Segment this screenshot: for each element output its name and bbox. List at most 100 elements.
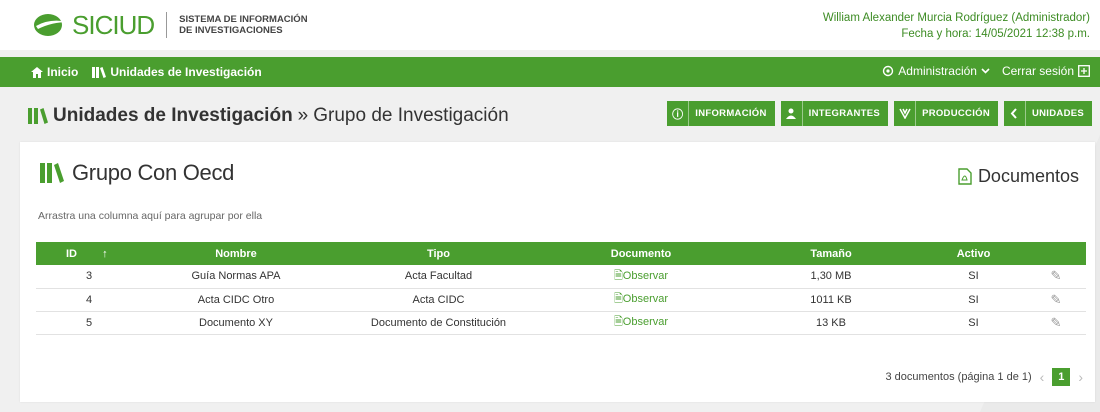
cell-active: SI [968,270,979,283]
members-button[interactable]: INTEGRANTES [780,101,889,126]
table-row: 3 Guía Normas APA Acta Facultad 🗎Observa… [36,265,1086,288]
observe-document-link[interactable]: 🗎Observar [614,293,668,305]
cell-type: Acta CIDC [412,293,465,306]
members-button-label: INTEGRANTES [808,108,881,119]
cell-name: Guía Normas APA [191,270,281,283]
production-button[interactable]: PRODUCCIÓN [894,101,998,126]
group-title: Grupo Con Oecd [40,160,234,186]
cell-type: Documento de Constitución [370,316,507,329]
nav-home[interactable]: Inicio [31,65,78,79]
pdf-file-icon: 🗎 [613,293,623,305]
group-title-text: Grupo Con Oecd [72,160,235,185]
column-header-id[interactable]: ID ↑ [36,242,136,265]
chevron-left-icon[interactable]: ‹ [1040,369,1045,385]
page-title-main: Unidades de Investigación [53,105,293,126]
edit-icon[interactable]: ✎ [1051,315,1062,330]
column-header-name[interactable]: Nombre [136,242,336,265]
cell-edit: ✎ [1026,288,1086,311]
page-header: Unidades de Investigación » Grupo de Inv… [0,97,1100,137]
column-header-actions [1026,242,1086,265]
logo-divider [166,12,168,38]
cell-size: 13 KB [816,316,846,329]
pdf-file-icon: 🗎 [613,316,623,328]
logout-icon [1078,65,1090,77]
logo-subtitle-line2: DE INVESTIGACIONES [179,25,283,36]
documents-table: ID ↑ Nombre Tipo Documento Tamaño Activo… [36,242,1086,335]
nav-units-label: Unidades de Investigación [110,65,262,79]
home-icon [31,66,43,78]
cell-id: 3 [86,270,93,283]
group-card: Grupo Con Oecd Documentos Arrastra una c… [20,142,1095,402]
cell-id: 4 [86,293,93,306]
cell-name: Acta CIDC Otro [197,293,275,306]
pdf-file-icon [958,168,972,185]
chevron-left-icon [1004,101,1026,126]
nav-admin-menu[interactable]: Administración [882,64,990,78]
table-header-row: ID ↑ Nombre Tipo Documento Tamaño Activo [36,242,1086,265]
cell-document: 🗎Observar [541,265,741,288]
main-nav: Inicio Unidades de Investigación Adminis… [0,57,1100,87]
logo-text: SICIUD [72,9,155,40]
group-drop-hint[interactable]: Arrastra una columna aquí para agrupar p… [38,210,262,222]
cell-id: 5 [86,316,93,329]
documents-link-label: Documentos [977,166,1079,186]
user-name: William Alexander Murcia Rodríguez (Admi… [822,12,1090,24]
table-row: 4 Acta CIDC Otro Acta CIDC 🗎Observar 101… [36,288,1086,311]
info-button[interactable]: ⓘ INFORMACIÓN [667,101,775,126]
cell-type: Acta Facultad [404,270,473,283]
info-button-label: INFORMACIÓN [695,108,767,119]
observe-document-link[interactable]: 🗎Observar [614,316,668,328]
breadcrumb-separator: » [297,105,309,126]
logo-swoosh-icon [34,14,68,36]
top-header: SICIUD SISTEMA DE INFORMACIÓN DE INVESTI… [0,0,1100,50]
users-icon [781,101,803,126]
column-header-document[interactable]: Documento [541,242,741,265]
gear-icon [883,65,894,77]
edit-icon[interactable]: ✎ [1051,268,1062,283]
production-icon [894,101,917,126]
column-header-size[interactable]: Tamaño [741,242,921,265]
edit-icon[interactable]: ✎ [1051,292,1062,307]
cell-document: 🗎Observar [541,288,741,311]
column-header-type[interactable]: Tipo [336,242,541,265]
logo-subtitle: SISTEMA DE INFORMACIÓN DE INVESTIGACIONE… [179,14,307,36]
pagination: 3 documentos (página 1 de 1) ‹ 1 › [885,368,1083,386]
cell-active: SI [968,293,979,306]
sort-ascending-icon: ↑ [102,247,108,260]
observe-document-link[interactable]: 🗎Observar [614,270,668,282]
column-header-active[interactable]: Activo [921,242,1026,265]
nav-admin-label: Administración [898,64,977,78]
pagination-summary: 3 documentos (página 1 de 1) [885,371,1032,383]
units-button-label: UNIDADES [1031,108,1084,119]
chevron-right-icon[interactable]: › [1078,369,1083,385]
cell-name: Documento XY [199,316,273,329]
cell-size: 1011 KB [810,293,852,306]
units-back-button[interactable]: UNIDADES [1003,101,1092,126]
siciud-logo[interactable]: SICIUD SISTEMA DE INFORMACIÓN DE INVESTI… [32,10,308,40]
cell-size: 1,30 MB [810,270,852,283]
nav-home-label: Inicio [47,65,79,79]
page-button-current[interactable]: 1 [1052,368,1071,386]
cell-active: SI [968,316,979,329]
table-row: 5 Documento XY Documento de Constitución… [36,311,1086,334]
cell-edit: ✎ [1026,265,1086,288]
info-icon: ⓘ [667,101,690,126]
production-button-label: PRODUCCIÓN [922,108,990,119]
books-icon [92,66,107,78]
books-icon [40,163,64,183]
logout-label: Cerrar sesión [1001,64,1074,78]
logo-subtitle-line1: SISTEMA DE INFORMACIÓN [179,14,308,25]
books-icon [28,108,48,124]
page-title: Unidades de Investigación » Grupo de Inv… [28,105,509,127]
chevron-down-icon [981,68,990,74]
nav-units[interactable]: Unidades de Investigación [92,65,262,79]
cell-document: 🗎Observar [541,311,741,334]
logout-link[interactable]: Cerrar sesión [1002,64,1090,78]
page-title-sub: Grupo de Investigación [313,105,509,126]
pdf-file-icon: 🗎 [613,269,623,282]
user-info: William Alexander Murcia Rodríguez (Admi… [823,10,1090,42]
action-buttons: ⓘ INFORMACIÓN INTEGRANTES PRODUCCIÓN UNI… [667,101,1092,126]
cell-edit: ✎ [1026,311,1086,334]
documents-link[interactable]: Documentos [958,166,1079,187]
current-datetime: Fecha y hora: 14/05/2021 12:38 p.m. [901,28,1090,40]
